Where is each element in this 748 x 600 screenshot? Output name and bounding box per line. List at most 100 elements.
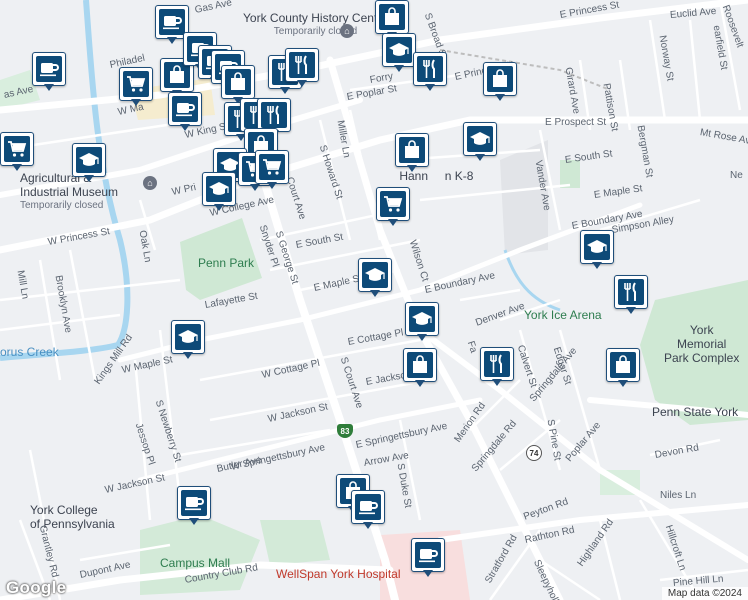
york-ice-arena-label[interactable]: York Ice Arena — [524, 308, 602, 322]
map-canvas[interactable]: E Princess StE Princess StE Prospect StM… — [0, 0, 748, 600]
penn-park-label[interactable]: Penn Park — [198, 256, 254, 270]
shopping-marker[interactable] — [395, 133, 429, 173]
marker-pointer — [180, 124, 190, 131]
marker-box — [395, 133, 429, 167]
shopping-marker[interactable] — [483, 62, 517, 102]
memorial-park-label[interactable]: York Memorial Park Complex — [664, 323, 739, 365]
restaurant-marker[interactable] — [413, 52, 447, 92]
coffee-marker[interactable] — [177, 486, 211, 526]
restaurant-icon — [289, 52, 315, 78]
marker-pointer — [415, 380, 425, 387]
marker-box — [285, 48, 319, 82]
marker-box — [221, 65, 255, 99]
street-label: Niles Ln — [660, 490, 697, 501]
agri-museum-name-line2: Industrial Museum — [20, 185, 119, 199]
history-center-pin[interactable]: ⌂ — [340, 24, 354, 38]
school-marker[interactable] — [382, 33, 416, 73]
cart-marker[interactable] — [0, 132, 34, 172]
history-center-status: Temporarily closed — [273, 26, 358, 37]
school-icon — [386, 37, 412, 63]
cart-marker[interactable] — [255, 150, 289, 190]
school-marker[interactable] — [72, 143, 106, 183]
marker-pointer — [618, 380, 628, 387]
school-marker[interactable] — [463, 122, 497, 162]
marker-box — [463, 122, 497, 156]
hospital-label[interactable]: WellSpan York Hospital — [276, 567, 401, 581]
marker-pointer — [131, 99, 141, 106]
creek-name: orus Creek — [0, 345, 59, 359]
shopping-icon — [487, 66, 513, 92]
marker-pointer — [475, 154, 485, 161]
marker-box — [202, 172, 236, 206]
marker-box — [0, 132, 34, 166]
restaurant-icon — [417, 56, 443, 82]
school-marker[interactable] — [202, 172, 236, 212]
marker-box — [351, 490, 385, 524]
school-marker[interactable] — [580, 230, 614, 270]
cart-marker[interactable] — [376, 187, 410, 227]
marker-box — [168, 92, 202, 126]
campus-mall-label[interactable]: Campus Mall — [160, 556, 230, 570]
shopping-icon — [407, 352, 433, 378]
school-icon — [467, 126, 493, 152]
marker-pointer — [267, 182, 277, 189]
marker-pointer — [492, 379, 502, 386]
coffee-marker[interactable] — [32, 52, 66, 92]
marker-pointer — [214, 204, 224, 211]
shopping-icon — [225, 69, 251, 95]
york-college-name-line2: of Pennsylvania — [30, 517, 115, 531]
marker-box — [257, 98, 291, 132]
shopping-marker[interactable] — [403, 348, 437, 388]
marker-pointer — [423, 570, 433, 577]
history-center-label[interactable]: York County History Center Temporarily c… — [243, 11, 388, 39]
school-icon — [76, 147, 102, 173]
restaurant-marker[interactable] — [285, 48, 319, 88]
coffee-marker[interactable] — [411, 538, 445, 578]
marker-pointer — [388, 219, 398, 226]
coffee-icon — [36, 56, 62, 82]
map-attribution[interactable]: Map data ©2024 — [661, 587, 748, 600]
school-icon — [175, 324, 201, 350]
cart-icon — [380, 191, 406, 217]
hospital-name: WellSpan York Hospital — [276, 567, 401, 581]
marker-box — [403, 348, 437, 382]
memorial-park-name-line1: York — [689, 323, 714, 337]
restaurant-marker[interactable] — [480, 347, 514, 387]
coffee-marker[interactable] — [168, 92, 202, 132]
school-marker[interactable] — [358, 258, 392, 298]
cart-marker[interactable] — [119, 67, 153, 107]
marker-pointer — [12, 164, 22, 171]
memorial-park-name-line3: Park Complex — [664, 351, 740, 365]
marker-box — [405, 302, 439, 336]
shopping-marker[interactable] — [606, 348, 640, 388]
museum-pin-icon[interactable]: ⌂ — [143, 176, 157, 190]
coffee-icon — [159, 9, 185, 35]
coffee-marker[interactable] — [351, 490, 385, 530]
school-marker[interactable] — [171, 320, 205, 360]
coffee-icon — [172, 96, 198, 122]
marker-box — [171, 320, 205, 354]
coffee-icon — [415, 542, 441, 568]
marker-box — [483, 62, 517, 96]
marker-pointer — [626, 307, 636, 314]
cart-icon — [4, 136, 30, 162]
marker-pointer — [183, 352, 193, 359]
shopping-icon — [610, 352, 636, 378]
marker-box — [375, 0, 409, 34]
campus-mall-name: Campus Mall — [160, 556, 231, 570]
marker-box — [255, 150, 289, 184]
school-marker[interactable] — [405, 302, 439, 342]
google-logo[interactable]: Google — [6, 578, 66, 598]
school-icon — [584, 234, 610, 260]
york-college-label[interactable]: York College of Pennsylvania — [30, 503, 115, 531]
restaurant-marker[interactable] — [614, 275, 648, 315]
street-label: E Prospect St — [545, 117, 607, 128]
penn-state-york-label[interactable]: Penn State York — [652, 405, 738, 419]
state-shield-icon: 74 — [526, 445, 542, 461]
marker-pointer — [167, 37, 177, 44]
marker-pointer — [407, 165, 417, 172]
school-icon — [409, 306, 435, 332]
marker-pointer — [394, 65, 404, 72]
creek-label: orus Creek — [0, 345, 59, 359]
marker-pointer — [280, 87, 290, 94]
